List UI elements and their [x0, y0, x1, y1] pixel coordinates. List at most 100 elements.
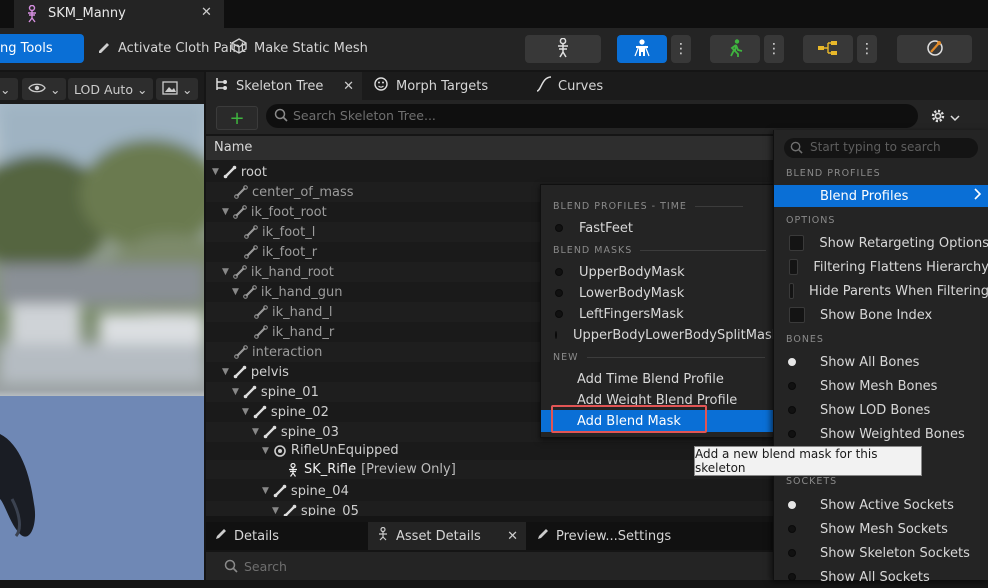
menu-item-fastfeet[interactable]: FastFeet	[541, 217, 775, 239]
make-static-mesh-button[interactable]: Make Static Mesh	[230, 34, 368, 62]
tab-asset-details[interactable]: Asset Details ✕	[368, 522, 526, 550]
option-hide-parents-when-filtering[interactable]: Hide Parents When Filtering	[774, 280, 988, 302]
menu-item-add-time-blend-profile[interactable]: Add Time Blend Profile	[541, 368, 775, 390]
option-show-all-bones[interactable]: Show All Bones	[774, 351, 988, 373]
tree-row[interactable]: ▼ spine_04	[206, 481, 776, 501]
tree-row-label: spine_05	[300, 503, 359, 517]
menu-item-blend-profiles[interactable]: Blend Profiles	[774, 185, 988, 207]
editing-tools-label: ng Tools	[0, 41, 53, 56]
option-filtering-flattens-hierarchy[interactable]: Filtering Flattens Hierarchy	[774, 256, 988, 278]
tree-row[interactable]: ▼ RifleUnEquipped	[206, 441, 776, 460]
menu-item-blend-mask[interactable]: UpperBodyLowerBodySplitMask	[541, 324, 779, 346]
tab-curves-label: Curves	[558, 78, 604, 94]
bone-outline-icon	[254, 325, 268, 339]
radio-bullet-icon	[788, 525, 796, 533]
section-options-label: OPTIONS	[786, 215, 836, 226]
expand-arrow-icon[interactable]: ▼	[222, 207, 229, 217]
menu-item-label: Show All Sockets	[820, 569, 930, 585]
close-skeleton-tree-icon[interactable]: ✕	[343, 79, 354, 94]
settings-search-input[interactable]: Start typing to search	[784, 138, 978, 158]
option-show-active-sockets[interactable]: Show Active Sockets	[774, 494, 988, 516]
expand-arrow-icon[interactable]: ▼	[272, 506, 279, 516]
editing-tools-button[interactable]: ng Tools	[0, 34, 84, 63]
make-static-mesh-label: Make Static Mesh	[254, 40, 368, 56]
tree-row[interactable]: SK_Rifle [Preview Only]	[206, 460, 776, 479]
add-socket-button[interactable]: +	[216, 106, 258, 130]
tree-row[interactable]: ▼ root	[206, 162, 776, 182]
blueprint-mode-options[interactable]: ⋮	[857, 35, 877, 63]
skeleton-tree-settings-button[interactable]	[930, 108, 960, 127]
section-sockets-label: SOCKETS	[786, 476, 838, 487]
tab-curves[interactable]: Curves	[528, 72, 611, 100]
expand-arrow-icon[interactable]: ▼	[212, 167, 219, 177]
tab-preview-settings[interactable]: Preview...Settings	[528, 522, 679, 550]
menu-item-label: Hide Parents When Filtering	[808, 283, 988, 299]
preview-viewport[interactable]	[0, 104, 204, 580]
blueprint-mode-button[interactable]	[803, 35, 853, 63]
skeleton-mode-icon	[554, 37, 572, 61]
tree-row[interactable]: ▼ spine_05	[206, 501, 776, 516]
show-flags-button[interactable]: ⌄	[156, 78, 199, 100]
name-column-header[interactable]: Name	[214, 140, 252, 155]
option-show-skeleton-sockets[interactable]: Show Skeleton Sockets	[774, 542, 988, 564]
menu-item-blend-mask[interactable]: LeftFingersMask	[541, 303, 775, 325]
radio-bullet-icon	[555, 310, 563, 318]
activate-cloth-paint-button[interactable]: Activate Cloth Paint	[96, 34, 246, 62]
menu-item-blend-mask[interactable]: LowerBodyMask	[541, 282, 775, 304]
chevron-down-icon: ⌄	[136, 81, 148, 97]
skeleton-tree-search-input[interactable]: Search Skeleton Tree...	[266, 104, 918, 128]
lod-dropdown-label: LOD Auto	[74, 81, 133, 97]
menu-item-blend-mask[interactable]: UpperBodyMask	[541, 261, 775, 283]
viewport-options-button[interactable]: ⌄	[0, 78, 18, 100]
section-blend-profiles: BLEND PROFILES	[786, 168, 881, 179]
option-show-mesh-sockets[interactable]: Show Mesh Sockets	[774, 518, 988, 540]
tree-row-label: ik_hand_root	[250, 264, 334, 280]
expand-arrow-icon[interactable]: ▼	[262, 446, 269, 456]
expand-arrow-icon[interactable]: ▼	[232, 287, 239, 297]
view-mode-button[interactable]: ⌄	[22, 78, 67, 100]
chevron-down-icon: ⌄	[0, 81, 11, 97]
close-tab-icon[interactable]: ✕	[201, 5, 212, 20]
option-show-lod-bones[interactable]: Show LOD Bones	[774, 399, 988, 421]
socket-icon	[273, 444, 287, 458]
expand-arrow-icon[interactable]: ▼	[232, 387, 239, 397]
checkbox[interactable]	[789, 307, 805, 323]
viewport-scene-image	[0, 104, 204, 580]
document-tab[interactable]: SKM_Manny ✕	[14, 0, 224, 28]
option-show-weighted-bones[interactable]: Show Weighted Bones	[774, 423, 988, 445]
option-show-bone-index[interactable]: Show Bone Index	[774, 304, 988, 326]
tab-skeleton-tree[interactable]: Skeleton Tree ✕	[206, 72, 362, 100]
checkbox[interactable]	[789, 259, 799, 275]
expand-arrow-icon[interactable]: ▼	[242, 407, 249, 417]
menu-item-label: Show Bone Index	[820, 307, 933, 323]
option-show-mesh-bones[interactable]: Show Mesh Bones	[774, 375, 988, 397]
skeleton-asset-icon	[24, 4, 40, 26]
skeleton-mode-button[interactable]	[525, 35, 601, 63]
tab-details[interactable]: Details	[206, 522, 287, 550]
checkbox[interactable]	[789, 283, 794, 299]
option-show-retargeting[interactable]: Show Retargeting Options	[774, 232, 988, 254]
expand-arrow-icon[interactable]: ▼	[252, 427, 259, 437]
tree-row-label: root	[240, 164, 267, 180]
expand-arrow-icon[interactable]: ▼	[262, 486, 269, 496]
section-blend-masks: BLEND MASKS	[553, 245, 767, 256]
close-asset-details-icon[interactable]: ✕	[507, 529, 518, 544]
bone-outline-icon	[244, 225, 258, 239]
tooltip-text: Add a new blend mask for this skeleton	[695, 447, 878, 475]
animation-mode-button[interactable]	[710, 35, 760, 63]
skeletal-mesh-mode-options[interactable]: ⋮	[671, 35, 691, 63]
section-options: OPTIONS	[786, 215, 835, 226]
tab-morph-targets[interactable]: Morph Targets	[366, 72, 496, 100]
bone-outline-icon	[243, 285, 257, 299]
checkbox[interactable]	[789, 235, 805, 251]
skeletal-mesh-mode-button[interactable]	[617, 35, 667, 63]
option-show-all-sockets[interactable]: Show All Sockets	[774, 566, 988, 588]
expand-arrow-icon[interactable]: ▼	[222, 367, 229, 377]
lod-dropdown[interactable]: LOD Auto ⌄	[68, 78, 154, 100]
pencil-icon	[214, 527, 228, 545]
animation-mode-options[interactable]: ⋮	[764, 35, 784, 63]
physics-mode-button[interactable]	[897, 35, 972, 63]
bone-outline-icon	[234, 345, 248, 359]
expand-arrow-icon[interactable]: ▼	[222, 267, 229, 277]
highlight-annotation	[551, 405, 707, 433]
